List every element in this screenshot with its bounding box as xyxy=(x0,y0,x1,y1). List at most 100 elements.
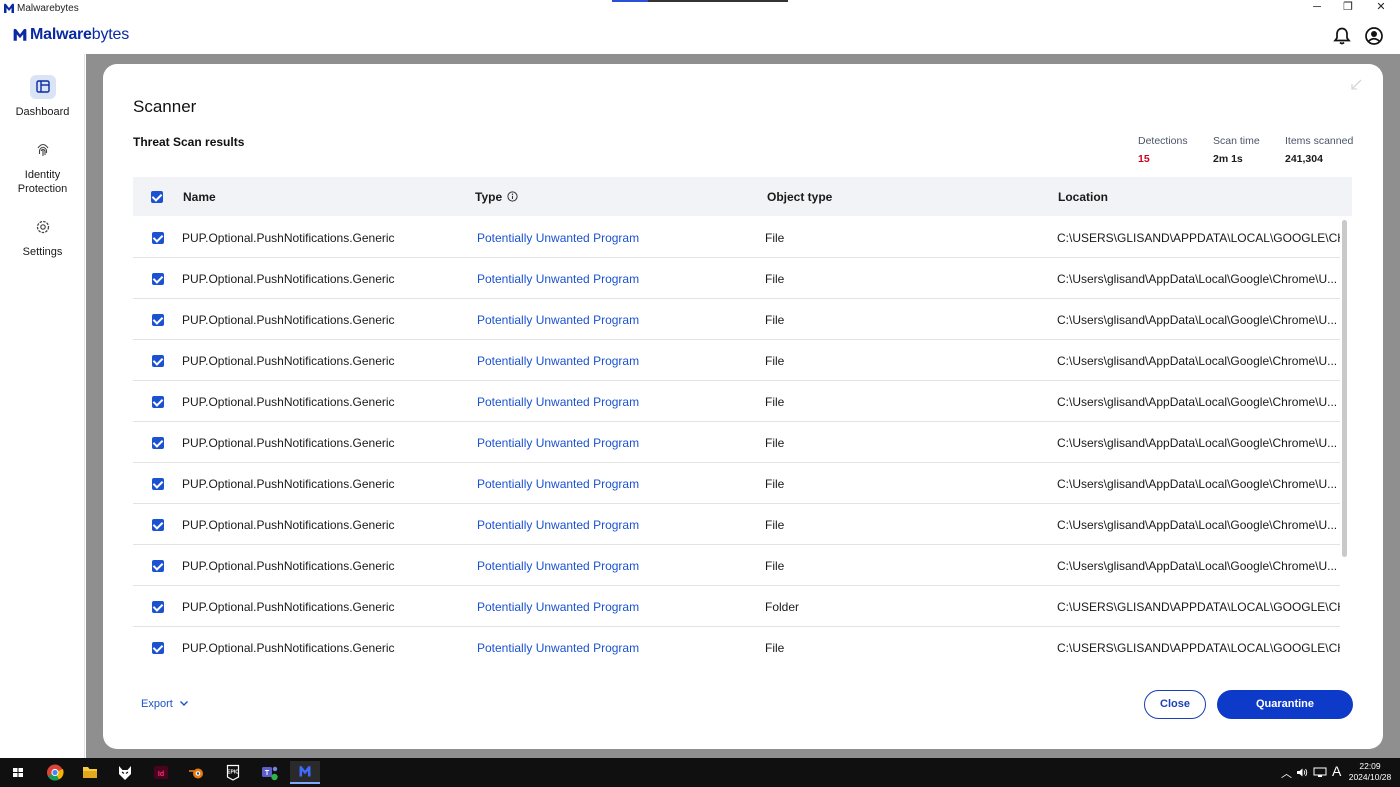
epic-games-icon[interactable]: EPIC xyxy=(218,761,248,784)
scanner-dialog: Scanner Threat Scan results Detections 1… xyxy=(103,64,1383,749)
column-header-name[interactable]: Name xyxy=(183,190,216,204)
row-checkbox[interactable] xyxy=(152,437,164,449)
sidebar: Dashboard Identity Protection Settings xyxy=(0,54,85,758)
page-title: Scanner xyxy=(133,97,197,116)
location: C:\Users\glisand\AppData\Local\Google\Ch… xyxy=(1057,477,1338,491)
sidebar-item-identity-protection[interactable]: Identity Protection xyxy=(0,138,85,196)
items-scanned-stat: Items scanned 241,304 xyxy=(1285,135,1353,165)
sidebar-item-settings[interactable]: Settings xyxy=(0,215,85,259)
row-checkbox[interactable] xyxy=(152,232,164,244)
table-scrollbar[interactable] xyxy=(1342,220,1347,557)
location: C:\Users\glisand\AppData\Local\Google\Ch… xyxy=(1057,354,1338,368)
svg-text:T: T xyxy=(265,770,270,777)
column-header-type[interactable]: Type xyxy=(475,190,519,204)
bell-icon[interactable] xyxy=(1332,26,1352,46)
volume-icon[interactable] xyxy=(1296,767,1308,778)
object-type: File xyxy=(765,272,785,286)
select-all-checkbox[interactable] xyxy=(151,191,163,203)
sidebar-item-label: Dashboard xyxy=(15,106,70,118)
window-titlebar: Malwarebytes ─ ❐ ✕ xyxy=(0,0,1400,18)
scan-time-label: Scan time xyxy=(1213,135,1260,147)
brand-logo: Malwarebytes xyxy=(12,26,129,44)
sidebar-item-dashboard[interactable]: Dashboard xyxy=(0,75,85,119)
malwarebytes-taskbar-icon[interactable] xyxy=(290,761,320,784)
chrome-icon[interactable] xyxy=(40,761,70,784)
close-window-button[interactable]: ✕ xyxy=(1364,0,1398,16)
table-row[interactable]: PUP.Optional.PushNotifications.Generic P… xyxy=(133,340,1340,381)
column-header-location[interactable]: Location xyxy=(1058,190,1108,204)
threat-type-link[interactable]: Potentially Unwanted Program xyxy=(477,641,639,655)
threat-type-link[interactable]: Potentially Unwanted Program xyxy=(477,313,639,327)
threat-name: PUP.Optional.PushNotifications.Generic xyxy=(182,477,395,491)
row-checkbox[interactable] xyxy=(152,601,164,613)
teams-icon[interactable]: T xyxy=(254,761,284,784)
row-checkbox[interactable] xyxy=(152,355,164,367)
wolf-app-icon[interactable] xyxy=(110,761,140,784)
threat-type-link[interactable]: Potentially Unwanted Program xyxy=(477,518,639,532)
threat-type-link[interactable]: Potentially Unwanted Program xyxy=(477,395,639,409)
app-header: Malwarebytes xyxy=(0,18,1400,54)
account-icon[interactable] xyxy=(1364,26,1384,46)
windows-start-icon[interactable] xyxy=(3,761,33,784)
results-title: Threat Scan results xyxy=(133,135,245,149)
threat-type-link[interactable]: Potentially Unwanted Program xyxy=(477,600,639,614)
quarantine-button[interactable]: Quarantine xyxy=(1217,690,1353,719)
object-type: File xyxy=(765,313,785,327)
row-checkbox[interactable] xyxy=(152,478,164,490)
window-title: Malwarebytes xyxy=(17,3,79,14)
threat-type-link[interactable]: Potentially Unwanted Program xyxy=(477,477,639,491)
row-checkbox[interactable] xyxy=(152,396,164,408)
table-row[interactable]: PUP.Optional.PushNotifications.Generic P… xyxy=(133,217,1340,258)
threat-name: PUP.Optional.PushNotifications.Generic xyxy=(182,313,395,327)
row-checkbox[interactable] xyxy=(152,314,164,326)
titlebar-accent xyxy=(612,0,788,2)
row-checkbox[interactable] xyxy=(152,642,164,654)
detections-stat: Detections 15 xyxy=(1138,135,1188,165)
object-type: File xyxy=(765,395,785,409)
table-row[interactable]: PUP.Optional.PushNotifications.Generic P… xyxy=(133,545,1340,586)
sidebar-item-label: Identity Protection xyxy=(17,169,68,195)
tray-chevron-up-icon[interactable]: ︿ xyxy=(1281,765,1292,781)
scan-time-value: 2m 1s xyxy=(1213,153,1243,165)
restore-button[interactable]: ❐ xyxy=(1331,0,1365,16)
svg-text:Id: Id xyxy=(158,771,164,778)
location: C:\USERS\GLISAND\APPDATA\LOCAL\GOOGLE\CH… xyxy=(1057,231,1340,245)
file-explorer-icon[interactable] xyxy=(75,761,105,784)
table-row[interactable]: PUP.Optional.PushNotifications.Generic P… xyxy=(133,463,1340,504)
location: C:\USERS\GLISAND\APPDATA\LOCAL\GOOGLE\CH… xyxy=(1057,600,1340,614)
column-header-object-type[interactable]: Object type xyxy=(767,190,832,204)
threat-type-link[interactable]: Potentially Unwanted Program xyxy=(477,436,639,450)
threat-type-link[interactable]: Potentially Unwanted Program xyxy=(477,231,639,245)
table-header: Name Type Object type Location xyxy=(133,177,1352,216)
row-checkbox[interactable] xyxy=(152,519,164,531)
location: C:\Users\glisand\AppData\Local\Google\Ch… xyxy=(1057,436,1338,450)
taskbar-clock[interactable]: 22:09 2024/10/28 xyxy=(1346,761,1394,783)
table-row[interactable]: PUP.Optional.PushNotifications.Generic P… xyxy=(133,627,1340,667)
table-row[interactable]: PUP.Optional.PushNotifications.Generic P… xyxy=(133,422,1340,463)
clock-date: 2024/10/28 xyxy=(1348,772,1392,782)
network-icon[interactable] xyxy=(1313,767,1327,778)
close-button[interactable]: Close xyxy=(1144,690,1206,719)
export-dropdown[interactable]: Export xyxy=(141,698,189,710)
fingerprint-icon xyxy=(30,138,56,162)
object-type: File xyxy=(765,231,785,245)
table-row[interactable]: PUP.Optional.PushNotifications.Generic P… xyxy=(133,586,1340,627)
row-checkbox[interactable] xyxy=(152,560,164,572)
info-icon[interactable] xyxy=(507,191,519,202)
table-row[interactable]: PUP.Optional.PushNotifications.Generic P… xyxy=(133,299,1340,340)
collapse-icon[interactable] xyxy=(1349,78,1363,92)
minimize-button[interactable]: ─ xyxy=(1300,0,1334,16)
table-row[interactable]: PUP.Optional.PushNotifications.Generic P… xyxy=(133,258,1340,299)
blender-icon[interactable] xyxy=(182,761,212,784)
ime-indicator[interactable]: A xyxy=(1332,763,1341,779)
table-row[interactable]: PUP.Optional.PushNotifications.Generic P… xyxy=(133,381,1340,422)
dashboard-icon xyxy=(29,75,56,99)
object-type: File xyxy=(765,518,785,532)
threat-type-link[interactable]: Potentially Unwanted Program xyxy=(477,272,639,286)
table-row[interactable]: PUP.Optional.PushNotifications.Generic P… xyxy=(133,504,1340,545)
threat-type-link[interactable]: Potentially Unwanted Program xyxy=(477,354,639,368)
row-checkbox[interactable] xyxy=(152,273,164,285)
detections-value: 15 xyxy=(1138,153,1150,165)
indesign-icon[interactable]: Id xyxy=(146,761,176,784)
threat-type-link[interactable]: Potentially Unwanted Program xyxy=(477,559,639,573)
